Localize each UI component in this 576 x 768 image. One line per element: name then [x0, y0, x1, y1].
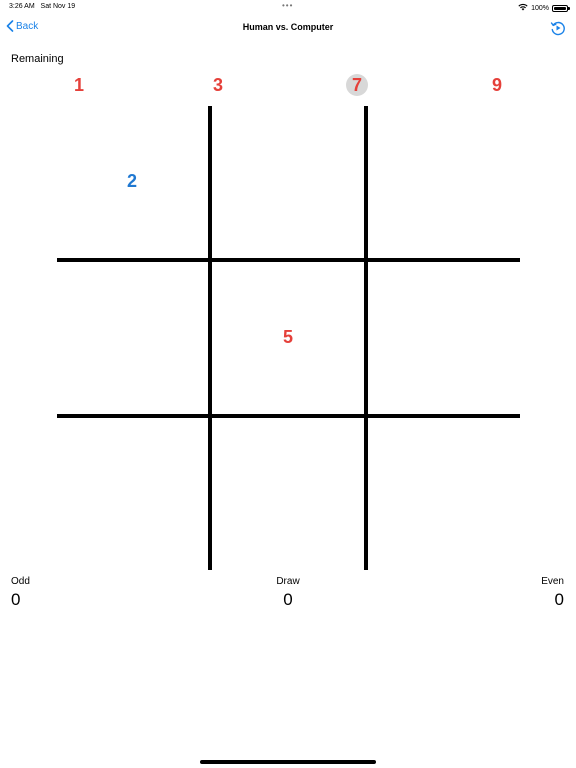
multitasking-dots[interactable]: ••• [282, 1, 293, 10]
page-title: Human vs. Computer [242, 22, 334, 32]
replay-button[interactable] [550, 20, 566, 41]
battery-icon [552, 4, 570, 12]
board-cell-4[interactable] [57, 262, 207, 412]
wifi-icon [518, 3, 528, 13]
grid-line-vertical-2 [364, 106, 368, 570]
board-cell-9[interactable] [369, 418, 519, 568]
board-cell-6[interactable] [369, 262, 519, 412]
status-date: Sat Nov 19 [40, 3, 76, 10]
remaining-number-1[interactable]: 1 [68, 74, 90, 96]
cell-mark: 2 [126, 170, 137, 191]
status-time: 3:26 AM Sat Nov 19 [9, 3, 76, 10]
board-cell-1[interactable]: 2 [57, 106, 207, 256]
board-cell-2[interactable] [213, 106, 363, 256]
board-cell-8[interactable] [213, 418, 363, 568]
replay-icon [550, 21, 566, 40]
cell-mark: 5 [282, 326, 293, 347]
remaining-number-7[interactable]: 7 [346, 74, 368, 96]
draw-score-label: Draw [276, 576, 300, 587]
remaining-number-9[interactable]: 9 [486, 74, 508, 96]
board-cell-7[interactable] [57, 418, 207, 568]
board-cell-3[interactable] [369, 106, 519, 256]
board-cell-5[interactable]: 5 [213, 262, 363, 412]
navigation-bar: Back Human vs. Computer [0, 14, 576, 44]
remaining-label: Remaining [11, 53, 64, 65]
draw-score-value: 0 [283, 590, 293, 609]
status-bar: 3:26 AM Sat Nov 19 ••• 100% [0, 0, 576, 14]
grid-line-vertical-1 [208, 106, 212, 570]
status-right: 100% [518, 3, 570, 13]
even-score-value: 0 [554, 590, 564, 609]
home-indicator[interactable] [200, 760, 376, 764]
remaining-number-3[interactable]: 3 [207, 74, 229, 96]
even-score-label: Even [541, 576, 564, 587]
battery-percent: 100% [531, 4, 549, 12]
